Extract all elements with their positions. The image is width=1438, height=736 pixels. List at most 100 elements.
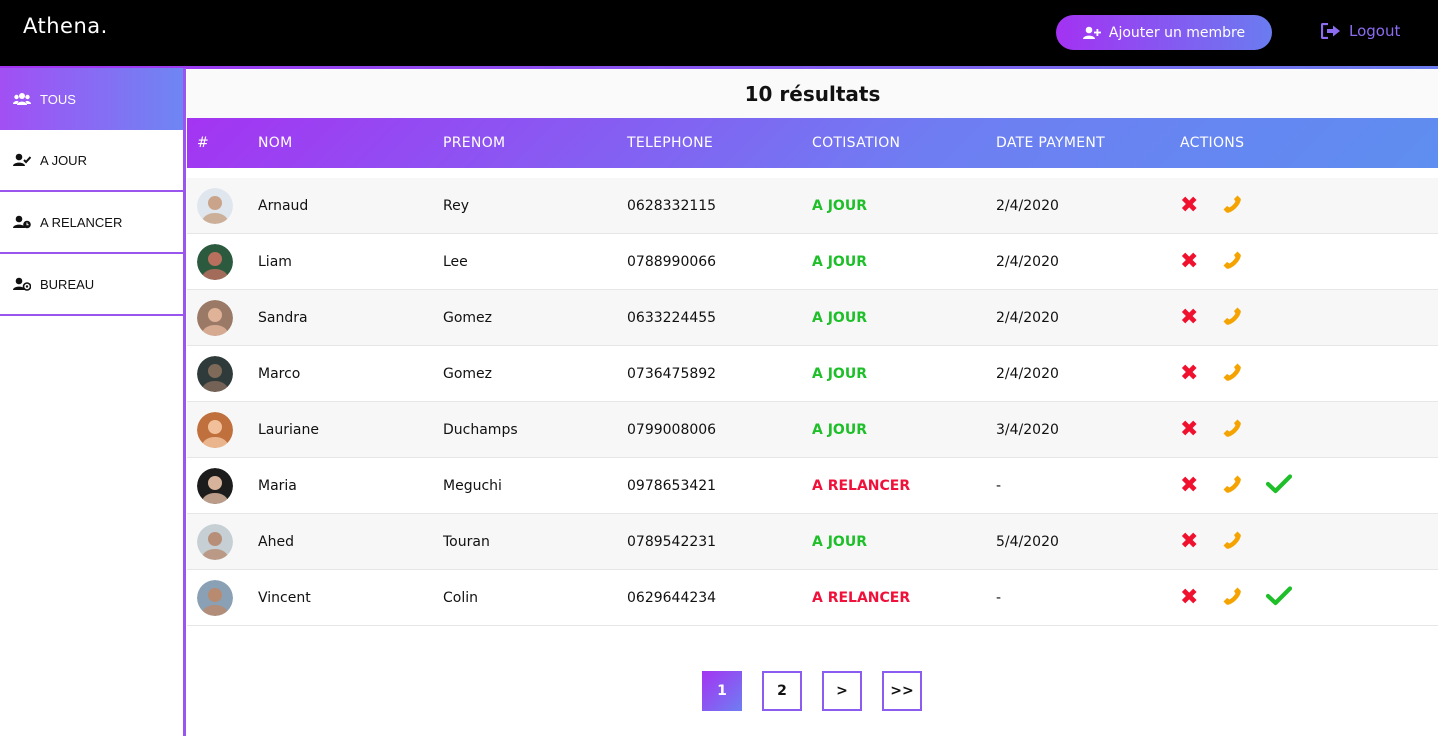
cell-date-payment: 3/4/2020 — [996, 421, 1059, 438]
sidebar-item-label: A JOUR — [40, 152, 87, 168]
row-actions: ✖ — [1180, 250, 1380, 273]
avatar — [197, 187, 233, 224]
sidebar-item-label: TOUS — [40, 91, 76, 107]
main-content: 10 résultats # NOM PRENOM TELEPHONE COTI… — [187, 69, 1438, 736]
cell-prenom: Lee — [443, 253, 468, 270]
add-member-label: Ajouter un membre — [1108, 24, 1246, 41]
page-button-1[interactable]: 1 — [702, 671, 742, 711]
phone-icon[interactable] — [1222, 362, 1242, 385]
delete-icon[interactable]: ✖ — [1180, 530, 1198, 553]
sidebar-item-label: BUREAU — [40, 276, 95, 292]
delete-icon[interactable]: ✖ — [1180, 250, 1198, 273]
column-header-number: # — [197, 135, 210, 151]
phone-icon[interactable] — [1222, 418, 1242, 441]
sidebar-item-bureau[interactable]: BUREAU — [0, 254, 183, 316]
avatar — [197, 355, 233, 392]
cell-telephone: 0628332115 — [627, 197, 717, 214]
cell-prenom: Gomez — [443, 309, 493, 326]
column-header-date-payment[interactable]: DATE PAYMENT — [996, 135, 1180, 151]
phone-icon[interactable] — [1222, 474, 1242, 497]
user-tie-icon — [13, 277, 31, 291]
last-page-button[interactable]: >> — [882, 671, 922, 711]
cell-cotisation-status: A RELANCER — [812, 589, 911, 606]
sidebar-item-a-relancer[interactable]: A RELANCER — [0, 192, 183, 254]
table-row[interactable]: Arnaud Rey 0628332115 A JOUR 2/4/2020 ✖ — [187, 178, 1438, 234]
cell-telephone: 0788990066 — [627, 253, 717, 270]
cell-cotisation-status: A JOUR — [812, 197, 867, 214]
user-plus-icon — [1082, 26, 1101, 39]
cell-nom: Sandra — [258, 309, 308, 326]
sidebar-item-a-jour[interactable]: A JOUR — [0, 130, 183, 192]
table-row[interactable]: Marco Gomez 0736475892 A JOUR 2/4/2020 ✖ — [187, 346, 1438, 402]
cell-date-payment: 2/4/2020 — [996, 309, 1059, 326]
avatar-cell — [187, 411, 258, 448]
delete-icon[interactable]: ✖ — [1180, 306, 1198, 329]
column-header-prenom[interactable]: PRENOM — [443, 135, 627, 151]
row-actions: ✖ — [1180, 586, 1380, 609]
delete-icon[interactable]: ✖ — [1180, 418, 1198, 441]
sidebar-item-label: A RELANCER — [40, 214, 123, 230]
sidebar: TOUS A JOUR A RELANCER BUREAU — [0, 68, 186, 736]
cell-prenom: Touran — [443, 533, 490, 550]
column-header-nom[interactable]: NOM — [258, 135, 443, 151]
cell-date-payment: 2/4/2020 — [996, 253, 1059, 270]
phone-icon[interactable] — [1222, 306, 1242, 329]
avatar-cell — [187, 299, 258, 336]
phone-icon[interactable] — [1222, 250, 1242, 273]
cell-nom: Arnaud — [258, 197, 309, 214]
avatar — [197, 467, 233, 504]
avatar-cell — [187, 355, 258, 392]
phone-icon[interactable] — [1222, 586, 1242, 609]
next-page-button[interactable]: > — [822, 671, 862, 711]
table-body: Arnaud Rey 0628332115 A JOUR 2/4/2020 ✖ … — [187, 178, 1438, 626]
avatar-cell — [187, 467, 258, 504]
results-count: 10 résultats — [187, 69, 1438, 118]
delete-icon[interactable]: ✖ — [1180, 194, 1198, 217]
cell-telephone: 0799008006 — [627, 421, 717, 438]
delete-icon[interactable]: ✖ — [1180, 362, 1198, 385]
row-actions: ✖ — [1180, 418, 1380, 441]
delete-icon[interactable]: ✖ — [1180, 586, 1198, 609]
delete-icon[interactable]: ✖ — [1180, 474, 1198, 497]
cell-cotisation-status: A JOUR — [812, 421, 867, 438]
row-actions: ✖ — [1180, 306, 1380, 329]
cell-cotisation-status: A JOUR — [812, 253, 867, 270]
users-icon — [13, 93, 31, 105]
cell-prenom: Duchamps — [443, 421, 518, 438]
brand-logo[interactable]: Athena. — [23, 14, 108, 38]
avatar — [197, 243, 233, 280]
table-row[interactable]: Ahed Touran 0789542231 A JOUR 5/4/2020 ✖ — [187, 514, 1438, 570]
logout-button[interactable]: Logout — [1321, 22, 1400, 40]
table-header: # NOM PRENOM TELEPHONE COTISATION DATE P… — [187, 118, 1438, 168]
table-row[interactable]: Liam Lee 0788990066 A JOUR 2/4/2020 ✖ — [187, 234, 1438, 290]
avatar-cell — [187, 187, 258, 224]
cell-telephone: 0789542231 — [627, 533, 717, 550]
column-header-cotisation[interactable]: COTISATION — [812, 135, 996, 151]
phone-icon[interactable] — [1222, 530, 1242, 553]
add-member-button[interactable]: Ajouter un membre — [1056, 15, 1272, 50]
table-row[interactable]: Maria Meguchi 0978653421 A RELANCER - ✖ — [187, 458, 1438, 514]
user-clock-icon — [13, 215, 31, 229]
check-icon[interactable] — [1266, 474, 1293, 497]
cell-cotisation-status: A RELANCER — [812, 477, 911, 494]
row-actions: ✖ — [1180, 474, 1380, 497]
cell-nom: Ahed — [258, 533, 294, 550]
avatar-cell — [187, 243, 258, 280]
table-row[interactable]: Vincent Colin 0629644234 A RELANCER - ✖ — [187, 570, 1438, 626]
check-icon[interactable] — [1266, 586, 1293, 609]
cell-cotisation-status: A JOUR — [812, 309, 867, 326]
cell-nom: Lauriane — [258, 421, 319, 438]
avatar-cell — [187, 523, 258, 560]
table-row[interactable]: Lauriane Duchamps 0799008006 A JOUR 3/4/… — [187, 402, 1438, 458]
avatar — [197, 411, 233, 448]
sidebar-item-tous[interactable]: TOUS — [0, 68, 183, 130]
column-header-telephone[interactable]: TELEPHONE — [627, 135, 812, 151]
cell-date-payment: 2/4/2020 — [996, 365, 1059, 382]
avatar-cell — [187, 579, 258, 616]
cell-nom: Liam — [258, 253, 292, 270]
row-actions: ✖ — [1180, 194, 1380, 217]
phone-icon[interactable] — [1222, 194, 1242, 217]
table-row[interactable]: Sandra Gomez 0633224455 A JOUR 2/4/2020 … — [187, 290, 1438, 346]
page-button-2[interactable]: 2 — [762, 671, 802, 711]
cell-nom: Maria — [258, 477, 297, 494]
